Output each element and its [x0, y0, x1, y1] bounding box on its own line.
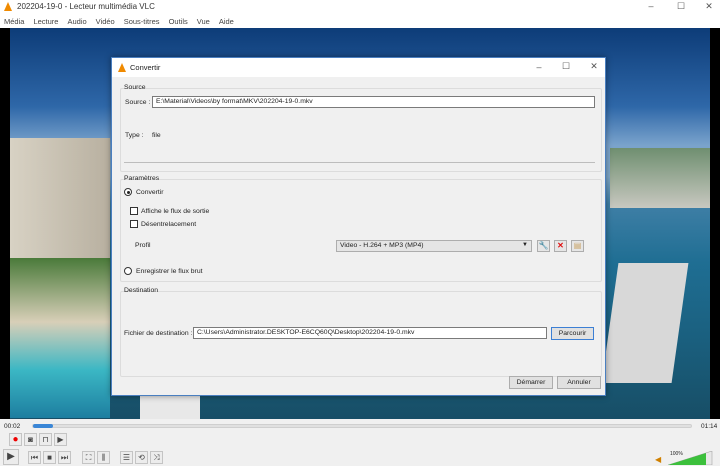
- stop-icon: ■: [47, 453, 52, 462]
- menu-subtitles[interactable]: Sous-titres: [124, 17, 160, 26]
- dialog-close-button[interactable]: ✕: [587, 61, 601, 72]
- camera-icon: ◙: [28, 435, 33, 444]
- title-bar: 202204-19-0 - Lecteur multimédia VLC – ☐…: [0, 0, 720, 14]
- menu-video[interactable]: Vidéo: [96, 17, 115, 26]
- frame-step-icon: ▶: [57, 435, 64, 444]
- divider: [124, 162, 595, 163]
- record-icon: ●: [12, 434, 19, 445]
- source-label: Source :: [125, 99, 151, 106]
- params-group-label: Paramètres: [124, 175, 160, 182]
- dialog-maximize-button[interactable]: ☐: [559, 61, 573, 72]
- cancel-button[interactable]: Annuler: [557, 376, 601, 389]
- stop-button[interactable]: ■: [43, 451, 56, 464]
- destination-group-label: Destination: [124, 287, 159, 294]
- loop-ab-button[interactable]: ⊓: [39, 433, 52, 446]
- profile-value: Video - H.264 + MP3 (MP4): [340, 242, 424, 249]
- snapshot-button[interactable]: ◙: [24, 433, 37, 446]
- menu-view[interactable]: Vue: [197, 17, 210, 26]
- wrench-icon: 🔧: [538, 241, 549, 250]
- convert-radio[interactable]: [124, 188, 132, 196]
- edit-profile-button[interactable]: 🔧: [537, 240, 550, 252]
- profile-select[interactable]: Video - H.264 + MP3 (MP4) ▼: [336, 240, 532, 252]
- type-label: Type :: [125, 132, 144, 139]
- loop-icon: ⟲: [138, 453, 145, 462]
- play-button[interactable]: ▶: [3, 449, 19, 465]
- menu-help[interactable]: Aide: [219, 17, 234, 26]
- new-profile-icon: ▤: [573, 241, 582, 250]
- fullscreen-button[interactable]: ⛶: [82, 451, 95, 464]
- dialog-title-bar: Convertir – ☐ ✕: [112, 58, 605, 77]
- vlc-logo-icon: [118, 63, 126, 72]
- menu-audio[interactable]: Audio: [67, 17, 86, 26]
- menu-lecture[interactable]: Lecture: [33, 17, 58, 26]
- browse-button[interactable]: Parcourir: [551, 327, 594, 340]
- deinterlace-checkbox[interactable]: [130, 220, 138, 228]
- next-icon: ⏭: [60, 453, 69, 462]
- convert-radio-label: Convertir: [136, 189, 164, 196]
- shuffle-icon: ⤨: [153, 453, 160, 462]
- frame-step-button[interactable]: ▶: [54, 433, 67, 446]
- menu-tools[interactable]: Outils: [169, 17, 188, 26]
- dialog-title: Convertir: [130, 63, 161, 72]
- loop-button[interactable]: ⟲: [135, 451, 148, 464]
- vlc-logo-icon: [4, 2, 12, 11]
- close-button[interactable]: ✕: [702, 1, 716, 12]
- extended-settings-button[interactable]: ⫼: [97, 451, 110, 464]
- equalizer-icon: ⫼: [101, 453, 106, 462]
- chevron-down-icon: ▼: [522, 242, 528, 248]
- source-input[interactable]: E:\Material\Videos\by format\MKV\202204-…: [152, 96, 595, 108]
- params-group: [120, 179, 602, 282]
- minimize-button[interactable]: –: [644, 1, 658, 11]
- window-title: 202204-19-0 - Lecteur multimédia VLC: [17, 2, 155, 11]
- seek-bar[interactable]: [32, 424, 692, 428]
- playlist-button[interactable]: ☰: [120, 451, 133, 464]
- previous-icon: ⏮: [30, 453, 39, 462]
- dialog-minimize-button[interactable]: –: [532, 62, 546, 72]
- new-profile-button[interactable]: ▤: [571, 240, 584, 252]
- raw-stream-radio[interactable]: [124, 267, 132, 275]
- destination-input[interactable]: C:\Users\Administrator.DESKTOP-E6CQ60Q\D…: [193, 327, 547, 339]
- raw-stream-label: Enregistrer le flux brut: [136, 268, 203, 275]
- playlist-icon: ☰: [122, 453, 131, 462]
- show-output-checkbox[interactable]: [130, 207, 138, 215]
- menu-media[interactable]: Média: [4, 17, 24, 26]
- seek-progress: [33, 424, 53, 428]
- previous-button[interactable]: ⏮: [28, 451, 41, 464]
- speaker-icon[interactable]: ◀: [655, 455, 661, 464]
- show-output-label: Affiche le flux de sortie: [141, 208, 210, 215]
- profile-label: Profil: [135, 242, 151, 249]
- next-button[interactable]: ⏭: [58, 451, 71, 464]
- start-button[interactable]: Démarrer: [509, 376, 553, 389]
- elapsed-time: 00:02: [4, 423, 21, 430]
- convert-dialog: Convertir – ☐ ✕ Source Source : E:\Mater…: [111, 57, 606, 396]
- total-time: 01:14: [701, 423, 718, 430]
- delete-profile-button[interactable]: ✕: [554, 240, 567, 252]
- destination-label: Fichier de destination :: [124, 330, 193, 337]
- menu-bar: Média Lecture Audio Vidéo Sous-titres Ou…: [0, 14, 720, 28]
- delete-icon: ✕: [557, 241, 564, 250]
- record-button[interactable]: ●: [9, 433, 22, 446]
- loop-ab-icon: ⊓: [42, 435, 49, 444]
- source-group-label: Source: [124, 84, 146, 91]
- maximize-button[interactable]: ☐: [674, 1, 688, 12]
- deinterlace-label: Désentrelacement: [141, 221, 197, 228]
- type-value: file: [152, 132, 161, 139]
- shuffle-button[interactable]: ⤨: [150, 451, 163, 464]
- volume-slider[interactable]: [668, 451, 713, 465]
- play-icon: ▶: [7, 451, 15, 462]
- fullscreen-icon: ⛶: [85, 453, 92, 462]
